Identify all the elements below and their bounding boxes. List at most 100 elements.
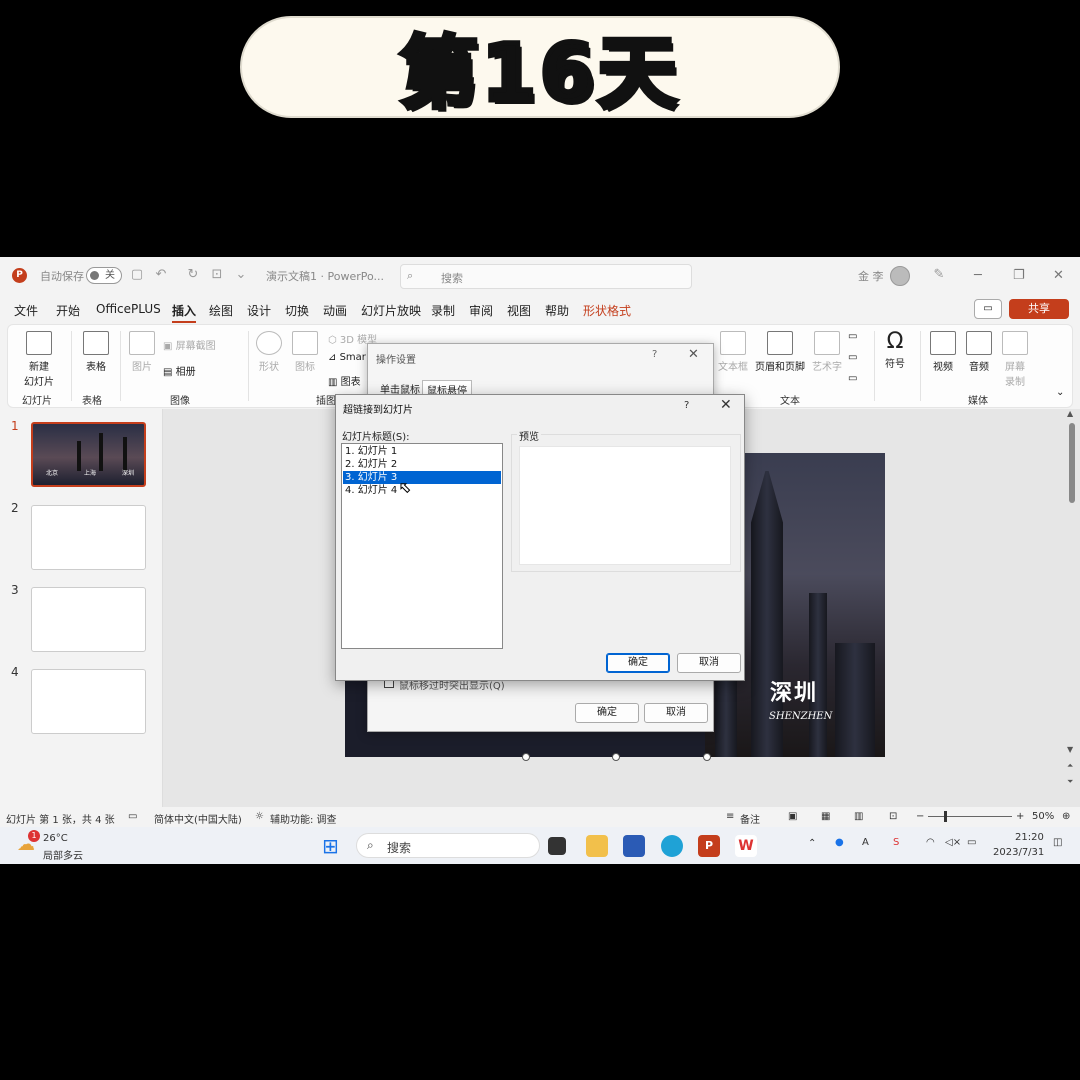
- tab-file[interactable]: 文件: [14, 302, 38, 319]
- audio-button[interactable]: 音频: [964, 331, 994, 373]
- wordart-button[interactable]: 艺术字: [808, 331, 846, 373]
- tab-shape-format[interactable]: 形状格式: [583, 302, 631, 319]
- notification-icon[interactable]: ◫: [1053, 837, 1062, 848]
- list-item-selected[interactable]: 3. 幻灯片 3: [343, 471, 501, 484]
- next-slide-icon[interactable]: ⏷: [1067, 777, 1073, 787]
- wps-icon[interactable]: W: [735, 835, 757, 857]
- notes-button[interactable]: 备注: [740, 811, 760, 826]
- smartart-button[interactable]: ⊿ Smar: [328, 352, 366, 363]
- slide-number-icon[interactable]: ▭: [848, 352, 857, 363]
- comment-icon[interactable]: ▭: [974, 299, 1002, 319]
- scroll-up-icon[interactable]: ▲: [1067, 409, 1073, 418]
- accessibility-icon[interactable]: ☼: [255, 811, 264, 822]
- tab-animations[interactable]: 动画: [323, 302, 347, 319]
- tab-help[interactable]: 帮助: [545, 302, 569, 319]
- windows-start-icon[interactable]: ⊞: [322, 834, 339, 858]
- vertical-scrollbar[interactable]: ▲ ▼ ⏶ ⏷: [1066, 409, 1078, 807]
- cancel-button[interactable]: 取消: [644, 703, 708, 723]
- spellcheck-icon[interactable]: ▭: [128, 811, 137, 822]
- search-input[interactable]: ⌕ 搜索: [400, 264, 692, 289]
- slide-thumbnail-1[interactable]: 北京 上海 深圳: [31, 422, 146, 487]
- album-button[interactable]: ▤ 相册: [163, 363, 196, 378]
- taskbar-search[interactable]: ⌕ 搜索: [356, 833, 540, 858]
- tab-view[interactable]: 视图: [507, 302, 531, 319]
- previous-slide-icon[interactable]: ⏶: [1067, 761, 1073, 771]
- task-view-icon[interactable]: [548, 837, 566, 855]
- tab-draw[interactable]: 绘图: [209, 302, 233, 319]
- ok-button[interactable]: 确定: [575, 703, 639, 723]
- undo-icon[interactable]: ↶: [154, 268, 168, 282]
- new-slide-button[interactable]: 新建 幻灯片: [16, 331, 62, 388]
- symbol-button[interactable]: Ω 符号: [880, 329, 910, 370]
- screen-record-button[interactable]: 屏幕 录制: [1000, 331, 1030, 388]
- sorter-view-icon[interactable]: ▦: [821, 811, 830, 822]
- tab-record[interactable]: 录制: [431, 302, 455, 319]
- sogou-icon[interactable]: S: [893, 837, 899, 848]
- redo-icon[interactable]: ↻: [186, 268, 200, 282]
- minimize-icon[interactable]: ─: [974, 268, 982, 283]
- help-icon[interactable]: ?: [684, 400, 689, 411]
- slide-thumbnail-3[interactable]: [31, 587, 146, 652]
- battery-icon[interactable]: ▭: [967, 837, 976, 848]
- chart-button[interactable]: ▥ 图表: [328, 373, 361, 388]
- date-time-icon[interactable]: ▭: [848, 331, 857, 342]
- fit-slide-icon[interactable]: ⊕: [1062, 811, 1070, 822]
- microphone-icon[interactable]: ●: [835, 837, 844, 848]
- reading-view-icon[interactable]: ▥: [854, 811, 863, 822]
- restore-icon[interactable]: ❐: [1013, 268, 1025, 283]
- list-item[interactable]: 1. 幻灯片 1: [343, 445, 501, 458]
- zoom-out-icon[interactable]: −: [916, 811, 924, 822]
- table-button[interactable]: 表格: [78, 331, 114, 373]
- wifi-icon[interactable]: ◠: [926, 837, 935, 848]
- avatar[interactable]: [890, 266, 910, 286]
- language-label[interactable]: 简体中文(中国大陆): [154, 811, 242, 826]
- pen-icon[interactable]: ✎: [932, 268, 946, 282]
- close-icon[interactable]: ✕: [720, 397, 732, 413]
- zoom-level[interactable]: 50%: [1032, 811, 1054, 822]
- cancel-button[interactable]: 取消: [677, 653, 741, 673]
- present-icon[interactable]: ⊡: [210, 268, 224, 282]
- tab-officeplus[interactable]: OfficePLUS: [96, 302, 161, 316]
- slide-thumbnail-4[interactable]: [31, 669, 146, 734]
- selection-handle[interactable]: [703, 753, 711, 761]
- edge-icon[interactable]: [661, 835, 683, 857]
- ime-icon[interactable]: A: [862, 837, 869, 848]
- textbox-button[interactable]: 文本框: [714, 331, 752, 373]
- shape-button[interactable]: 形状: [254, 331, 284, 373]
- scroll-thumb[interactable]: [1069, 423, 1075, 503]
- icons-button[interactable]: 图标: [290, 331, 320, 373]
- list-item[interactable]: 2. 幻灯片 2: [343, 458, 501, 471]
- customize-icon[interactable]: ⌄: [234, 268, 248, 282]
- file-explorer-icon[interactable]: [586, 835, 608, 857]
- notes-icon[interactable]: ≡: [726, 811, 734, 822]
- save-icon[interactable]: ▢: [130, 268, 144, 282]
- autosave-toggle[interactable]: 关: [86, 267, 122, 284]
- tab-slideshow[interactable]: 幻灯片放映: [361, 302, 421, 319]
- ribbon-collapse-icon[interactable]: ⌄: [1056, 387, 1064, 398]
- image-button[interactable]: 图片: [126, 331, 158, 373]
- zoom-slider[interactable]: [928, 816, 1012, 817]
- tab-insert[interactable]: 插入: [172, 302, 197, 323]
- close-icon[interactable]: ✕: [688, 347, 699, 362]
- list-item[interactable]: 4. 幻灯片 4: [343, 484, 501, 497]
- tab-review[interactable]: 审阅: [469, 302, 493, 319]
- normal-view-icon[interactable]: ▣: [788, 811, 797, 822]
- zoom-slider-knob[interactable]: [944, 811, 947, 822]
- close-icon[interactable]: ✕: [1053, 268, 1064, 283]
- slide-title-list[interactable]: 1. 幻灯片 1 2. 幻灯片 2 3. 幻灯片 3 4. 幻灯片 4: [341, 443, 503, 649]
- volume-icon[interactable]: ◁×: [945, 837, 961, 848]
- screenshot-button[interactable]: ▣ 屏幕截图: [163, 337, 216, 352]
- store-icon[interactable]: [623, 835, 645, 857]
- clock-time[interactable]: 21:20: [1015, 832, 1044, 843]
- tab-home[interactable]: 开始: [56, 302, 80, 319]
- slide-thumbnail-2[interactable]: [31, 505, 146, 570]
- slideshow-view-icon[interactable]: ⊡: [889, 811, 897, 822]
- video-button[interactable]: 视频: [928, 331, 958, 373]
- share-button[interactable]: 共享: [1009, 299, 1069, 319]
- powerpoint-taskbar-icon[interactable]: P: [698, 835, 720, 857]
- clock-date[interactable]: 2023/7/31: [993, 847, 1044, 858]
- zoom-in-icon[interactable]: +: [1016, 811, 1024, 822]
- ok-button[interactable]: 确定: [606, 653, 670, 673]
- selection-handle[interactable]: [522, 753, 530, 761]
- scroll-down-icon[interactable]: ▼: [1067, 745, 1073, 754]
